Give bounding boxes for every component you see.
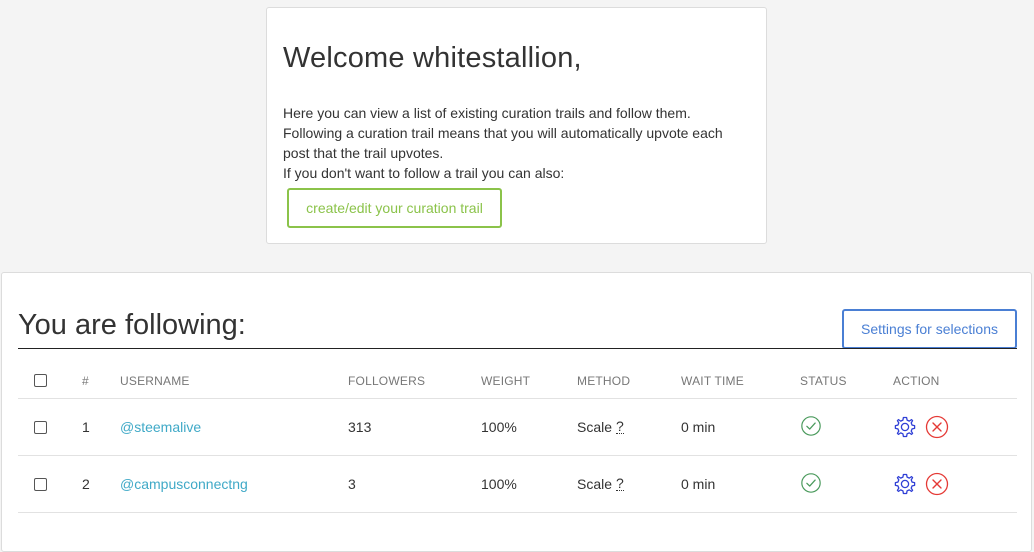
column-header-username: USERNAME	[120, 373, 190, 388]
column-header-followers: FOLLOWERS	[348, 373, 426, 388]
row-wait-time: 0 min	[681, 476, 716, 492]
row-method: Scale	[577, 419, 613, 435]
table-row: 2 @campusconnectng 3 100% Scale ? 0 min	[18, 456, 1017, 513]
settings-for-selections-button[interactable]: Settings for selections	[842, 309, 1017, 349]
table-header: # USERNAME FOLLOWERS WEIGHT METHOD WAIT …	[18, 363, 1017, 399]
row-username-cell: @campusconnectng	[120, 456, 248, 512]
row-status-cell	[800, 399, 824, 455]
row-status-cell	[800, 456, 824, 512]
welcome-title: Welcome whitestallion,	[283, 42, 582, 74]
row-checkbox[interactable]	[34, 477, 47, 491]
welcome-card: Welcome whitestallion, Here you can view…	[266, 7, 767, 244]
row-checkbox[interactable]	[34, 420, 47, 434]
row-followers: 3	[348, 476, 356, 492]
select-all-checkbox[interactable]	[34, 374, 47, 387]
row-method-cell: Scale ?	[577, 399, 624, 455]
column-header-action: ACTION	[893, 373, 940, 388]
column-header-weight: WEIGHT	[481, 373, 531, 388]
row-select-cell	[34, 399, 47, 455]
column-header-wait-time: WAIT TIME	[681, 373, 744, 388]
row-number: 1	[82, 419, 90, 435]
title-divider	[18, 348, 1017, 349]
column-header-method: METHOD	[577, 373, 631, 388]
method-help-hint[interactable]: ?	[616, 419, 624, 434]
column-header-num: #	[82, 373, 89, 388]
row-weight: 100%	[481, 476, 517, 492]
following-title: You are following:	[18, 309, 246, 341]
create-trail-button[interactable]: create/edit your curation trail	[287, 188, 502, 228]
gear-icon[interactable]	[893, 415, 917, 439]
row-action-cell	[893, 399, 949, 455]
welcome-line-1: Here you can view a list of existing cur…	[283, 105, 691, 121]
method-help-hint[interactable]: ?	[616, 476, 624, 491]
row-wait-time: 0 min	[681, 419, 716, 435]
welcome-line-3: If you don't want to follow a trail you …	[283, 165, 565, 181]
row-action-cell	[893, 456, 949, 512]
row-followers: 313	[348, 419, 372, 435]
username-link[interactable]: @campusconnectng	[120, 476, 248, 492]
select-all-cell	[34, 363, 47, 398]
check-circle-icon	[800, 472, 824, 496]
row-number: 2	[82, 476, 90, 492]
row-method: Scale	[577, 476, 613, 492]
check-circle-icon	[800, 415, 824, 439]
welcome-line-2: Following a curation trail means that yo…	[283, 125, 723, 161]
close-circle-icon[interactable]	[925, 415, 949, 439]
row-username-cell: @steemalive	[120, 399, 201, 455]
close-circle-icon[interactable]	[925, 472, 949, 496]
gear-icon[interactable]	[893, 472, 917, 496]
row-weight: 100%	[481, 419, 517, 435]
following-table: # USERNAME FOLLOWERS WEIGHT METHOD WAIT …	[18, 363, 1017, 513]
row-select-cell	[34, 456, 47, 512]
username-link[interactable]: @steemalive	[120, 419, 201, 435]
row-method-cell: Scale ?	[577, 456, 624, 512]
column-header-status: STATUS	[800, 373, 847, 388]
table-row: 1 @steemalive 313 100% Scale ? 0 min	[18, 399, 1017, 456]
following-card: You are following: Settings for selectio…	[1, 272, 1032, 552]
welcome-text: Here you can view a list of existing cur…	[283, 103, 753, 183]
